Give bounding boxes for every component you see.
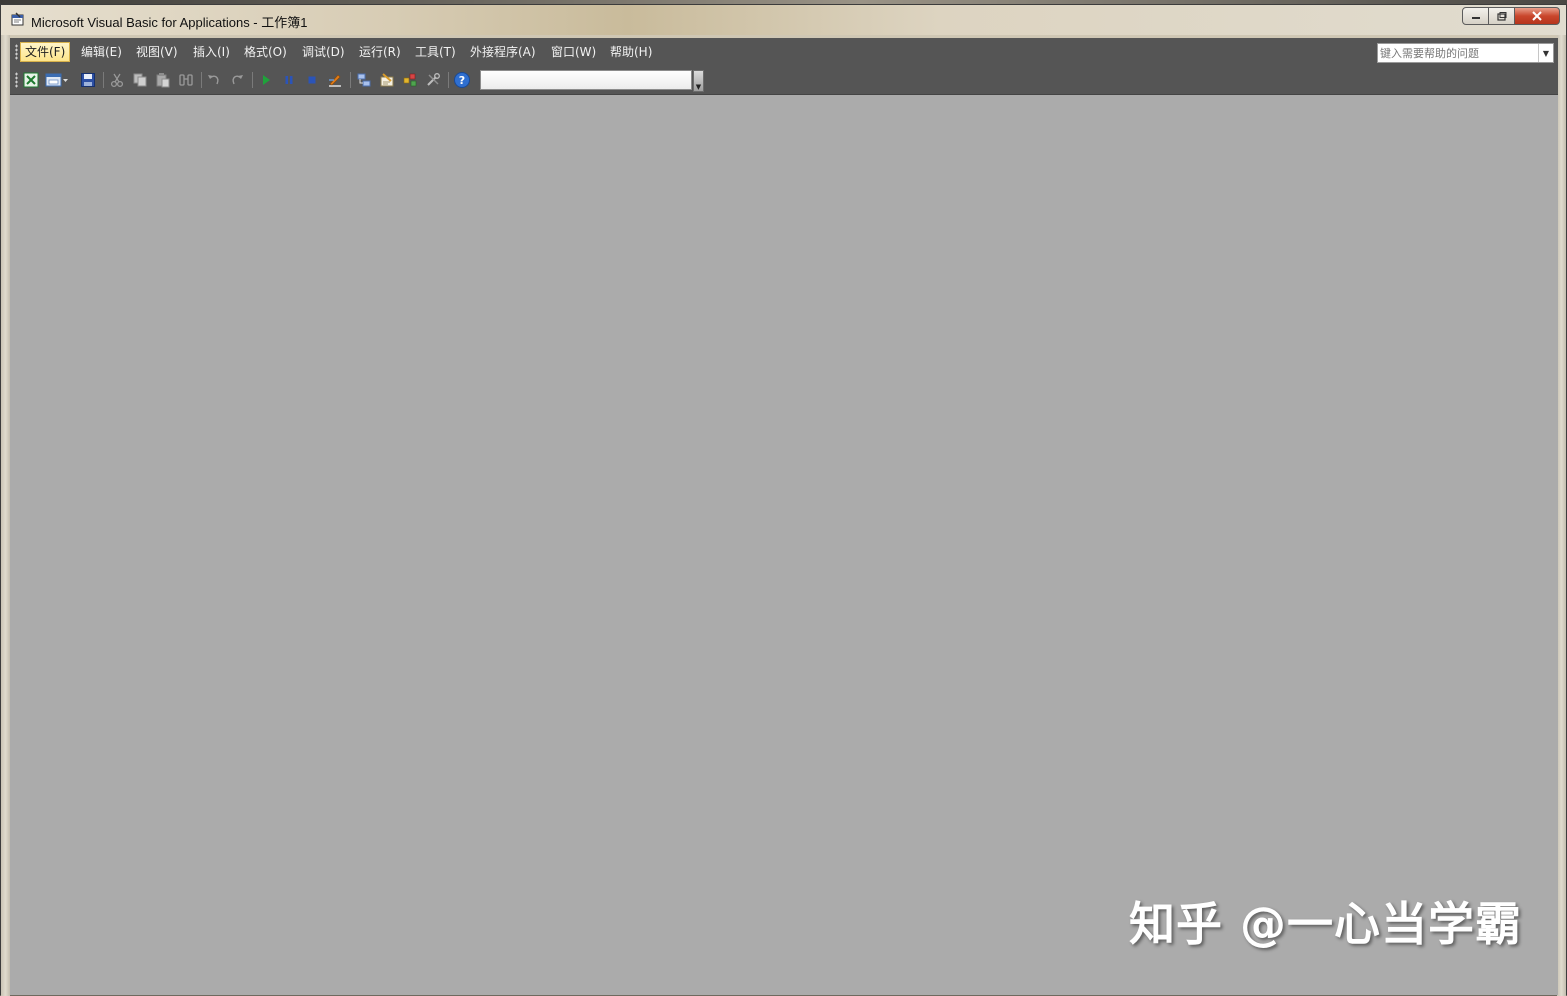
design-mode-icon	[329, 74, 341, 87]
undo-button[interactable]	[204, 71, 224, 89]
menu-view[interactable]: 视图(V)	[132, 42, 182, 62]
find-button[interactable]	[176, 71, 196, 89]
reset-icon	[308, 76, 316, 84]
toolbar-separator	[350, 72, 351, 88]
restore-icon	[1496, 11, 1506, 21]
chevron-down-icon: ▼	[695, 83, 702, 91]
reset-button[interactable]	[302, 71, 322, 89]
object-browser-button[interactable]	[400, 71, 420, 89]
insert-userform-button[interactable]	[44, 71, 70, 89]
help-button[interactable]: ?	[452, 71, 472, 89]
project-explorer-button[interactable]	[354, 71, 374, 89]
window-controls	[1462, 7, 1560, 27]
properties-window-icon	[380, 73, 394, 87]
project-explorer-icon	[357, 73, 371, 87]
run-button[interactable]	[256, 71, 276, 89]
mdi-client-area	[10, 95, 1558, 995]
cursor-position-field	[480, 70, 692, 90]
menu-tools[interactable]: 工具(T)	[411, 42, 460, 62]
copy-button[interactable]	[130, 71, 150, 89]
toolbar-options-button[interactable]: ▼	[693, 70, 704, 92]
toolbox-icon	[427, 73, 440, 86]
vba-editor-window: Microsoft Visual Basic for Applications …	[0, 4, 1567, 996]
menu-edit[interactable]: 编辑(E)	[77, 42, 126, 62]
menu-window[interactable]: 窗口(W)	[547, 42, 600, 62]
menu-bar: 文件(F) 编辑(E) 视图(V) 插入(I) 格式(O) 调试(D) 运行(R…	[10, 38, 1558, 66]
watermark-text: 知乎 @一心当学霸	[1128, 897, 1522, 951]
run-icon	[263, 75, 270, 85]
break-icon	[285, 76, 293, 84]
chevron-down-icon: ▼	[1542, 48, 1550, 58]
toolbar-separator	[201, 72, 202, 88]
toolbar-separator	[252, 72, 253, 88]
help-question-input[interactable]	[1380, 45, 1536, 61]
restore-button[interactable]	[1488, 7, 1515, 25]
close-icon	[1532, 11, 1542, 21]
paste-icon	[156, 73, 170, 88]
toolbar-separator	[103, 72, 104, 88]
menu-format[interactable]: 格式(O)	[240, 42, 291, 62]
close-button[interactable]	[1514, 7, 1560, 25]
copy-icon	[133, 73, 147, 87]
minimize-button[interactable]	[1462, 7, 1489, 25]
vba-app-icon	[11, 12, 24, 26]
save-icon	[81, 73, 95, 87]
save-button[interactable]	[78, 71, 98, 89]
menu-file[interactable]: 文件(F)	[20, 42, 71, 62]
insert-userform-icon	[45, 73, 68, 87]
window-left-border	[1, 5, 10, 996]
menu-debug[interactable]: 调试(D)	[298, 42, 349, 62]
standard-toolbar: ? ▼	[10, 66, 1558, 95]
object-browser-icon	[403, 73, 417, 87]
window-right-border	[1557, 5, 1566, 996]
menu-insert[interactable]: 插入(I)	[189, 42, 234, 62]
menu-help[interactable]: 帮助(H)	[606, 42, 656, 62]
title-bar[interactable]: Microsoft Visual Basic for Applications …	[1, 5, 1566, 35]
menu-addins[interactable]: 外接程序(A)	[466, 42, 540, 62]
properties-window-button[interactable]	[377, 71, 397, 89]
toolbox-button[interactable]	[423, 71, 443, 89]
svg-text:?: ?	[459, 74, 465, 87]
view-excel-icon	[23, 72, 39, 88]
toolbar-separator	[448, 72, 449, 88]
break-button[interactable]	[279, 71, 299, 89]
design-mode-button[interactable]	[325, 71, 345, 89]
toolbar-grip[interactable]	[15, 72, 18, 88]
help-question-box: ▼	[1377, 43, 1554, 63]
view-excel-button[interactable]	[21, 71, 41, 89]
help-question-dropdown[interactable]: ▼	[1538, 44, 1553, 62]
paste-button[interactable]	[153, 71, 173, 89]
help-icon: ?	[454, 72, 470, 88]
undo-icon	[208, 75, 219, 85]
find-icon	[179, 74, 193, 86]
window-title: Microsoft Visual Basic for Applications …	[31, 15, 308, 30]
redo-button[interactable]	[227, 71, 247, 89]
cut-button[interactable]	[107, 71, 127, 89]
minimize-icon	[1471, 17, 1480, 19]
menu-run[interactable]: 运行(R)	[355, 42, 405, 62]
redo-icon	[232, 75, 243, 85]
cut-icon	[110, 73, 124, 88]
menubar-grip[interactable]	[15, 44, 18, 60]
